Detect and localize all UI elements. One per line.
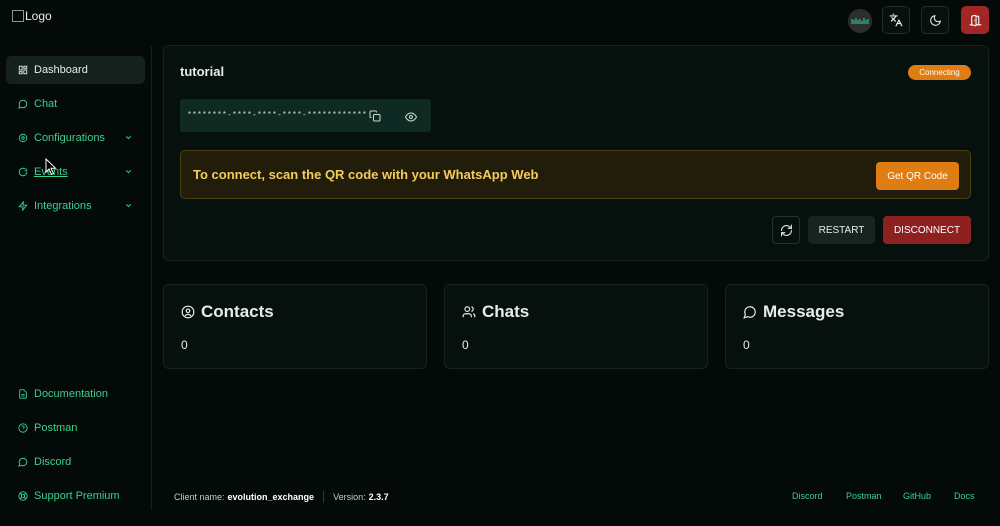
sidebar-item-label: Discord <box>34 456 72 468</box>
footer-info: Client name: evolution_exchange Version:… <box>174 491 389 503</box>
door-icon <box>969 14 981 26</box>
sidebar-item-label: Chat <box>34 98 58 110</box>
sidebar-item-support-premium[interactable]: Support Premium <box>6 482 145 510</box>
support-icon <box>17 491 28 502</box>
restart-button[interactable]: RESTART <box>808 216 875 244</box>
sidebar-item-label: Dashboard <box>34 64 88 76</box>
stat-card-messages: Messages 0 <box>725 284 989 369</box>
document-icon <box>17 389 28 400</box>
instance-name: tutorial <box>180 64 225 79</box>
api-token-value: ********-****-****-****-************ <box>187 111 368 120</box>
user-circle-icon <box>181 305 195 319</box>
footer-link-docs[interactable]: Docs <box>954 491 975 501</box>
sidebar-item-integrations[interactable]: Integrations <box>6 192 145 220</box>
mouse-cursor-icon <box>45 157 58 181</box>
stat-title: Chats <box>482 302 530 321</box>
client-name-value: evolution_exchange <box>227 492 315 502</box>
eye-icon <box>404 112 418 122</box>
stat-title: Messages <box>763 302 845 321</box>
status-badge: Connecting <box>908 65 971 80</box>
refresh-button[interactable] <box>772 216 800 244</box>
sidebar-item-postman[interactable]: Postman <box>6 414 145 442</box>
sidebar-item-documentation[interactable]: Documentation <box>6 380 145 408</box>
client-name-label: Client name: <box>174 492 225 502</box>
logout-button[interactable] <box>961 6 989 34</box>
sidebar-item-chat[interactable]: Chat <box>6 90 145 118</box>
avatar[interactable] <box>848 9 872 33</box>
avatar-waveform-icon <box>851 18 869 24</box>
message-icon <box>743 305 757 319</box>
refresh-icon <box>780 224 792 236</box>
sidebar-item-label: Postman <box>34 422 78 434</box>
qr-connect-message: To connect, scan the QR code with your W… <box>193 167 539 182</box>
settings-icon <box>17 133 28 144</box>
sidebar-item-label: Configurations <box>34 132 105 144</box>
sidebar: Dashboard Chat Configurations Events Int… <box>0 46 152 510</box>
moon-icon <box>929 14 941 26</box>
stat-card-chats: Chats 0 <box>444 284 708 369</box>
chevron-down-icon <box>125 204 132 208</box>
integrations-icon <box>17 201 28 212</box>
stat-card-contacts: Contacts 0 <box>163 284 427 369</box>
footer-link-github[interactable]: GitHub <box>903 491 931 501</box>
stat-title: Contacts <box>201 302 274 321</box>
chevron-down-icon <box>125 136 132 140</box>
sidebar-item-label: Documentation <box>34 388 108 400</box>
stat-value: 0 <box>743 338 750 352</box>
footer-link-postman[interactable]: Postman <box>846 491 882 501</box>
sidebar-item-configurations[interactable]: Configurations <box>6 124 145 152</box>
sidebar-item-label: Integrations <box>34 200 92 212</box>
logo: Logo <box>12 9 52 23</box>
language-button[interactable] <box>882 6 910 34</box>
copy-button[interactable] <box>369 109 382 122</box>
disconnect-button[interactable]: DISCONNECT <box>883 216 971 244</box>
dashboard-icon <box>17 65 28 76</box>
qr-connect-banner: To connect, scan the QR code with your W… <box>180 150 971 199</box>
footer-divider <box>323 491 325 503</box>
translate-icon <box>889 13 903 27</box>
version-value: 2.3.7 <box>368 492 389 502</box>
api-token-field: ********-****-****-****-************ <box>180 99 431 132</box>
sidebar-item-dashboard[interactable]: Dashboard <box>6 56 145 84</box>
logo-alt-text: Logo <box>25 9 52 23</box>
footer-link-discord[interactable]: Discord <box>792 491 823 501</box>
stat-value: 0 <box>181 338 188 352</box>
sidebar-item-events[interactable]: Events <box>6 158 145 186</box>
stat-value: 0 <box>462 338 469 352</box>
copy-icon <box>369 110 381 122</box>
version-label: Version: <box>333 492 366 502</box>
broken-image-icon <box>12 10 24 22</box>
discord-icon <box>17 457 28 468</box>
get-qr-code-button[interactable]: Get QR Code <box>876 162 959 190</box>
show-token-button[interactable] <box>404 110 418 123</box>
theme-toggle-button[interactable] <box>921 6 949 34</box>
sidebar-item-discord[interactable]: Discord <box>6 448 145 476</box>
events-icon <box>17 167 28 178</box>
help-circle-icon <box>17 423 28 434</box>
sidebar-item-label: Support Premium <box>34 490 120 502</box>
users-icon <box>462 305 476 319</box>
chevron-down-icon <box>125 170 132 174</box>
chat-icon <box>17 99 28 110</box>
